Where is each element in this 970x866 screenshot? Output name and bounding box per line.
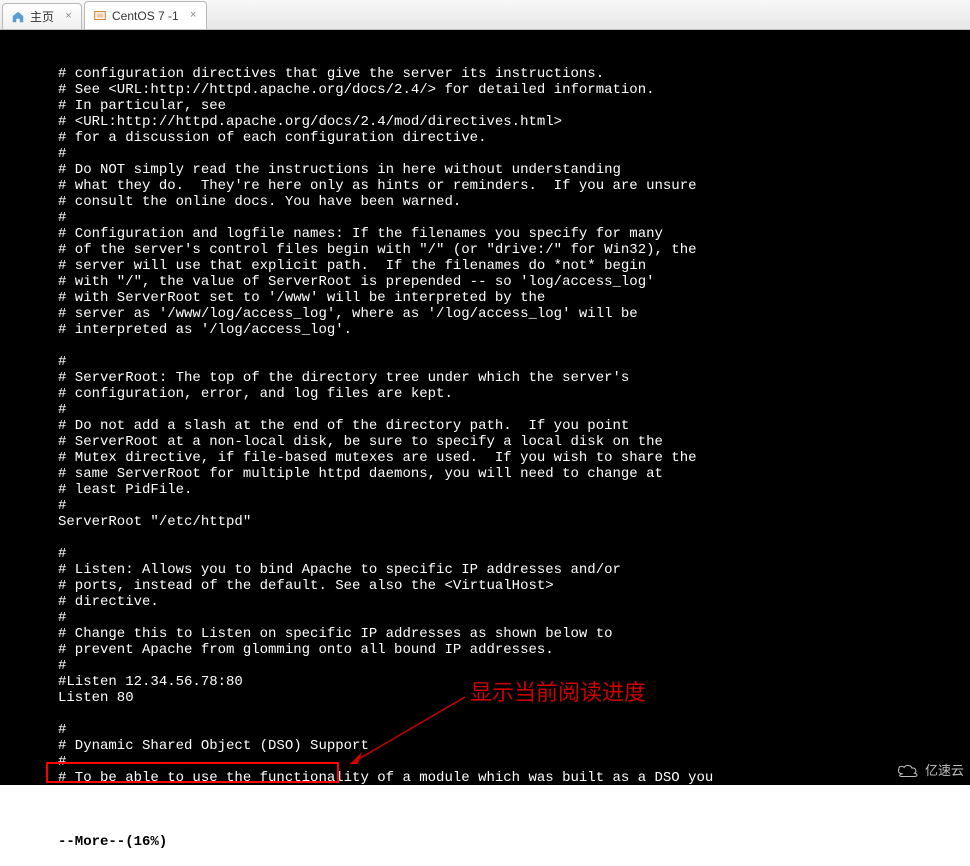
- terminal-line: # for a discussion of each configuration…: [0, 130, 970, 146]
- terminal-line: # In particular, see: [0, 98, 970, 114]
- terminal-line: [0, 706, 970, 722]
- terminal-line: [0, 338, 970, 354]
- tab-bar: 主页 × CentOS 7 -1 ×: [0, 0, 970, 30]
- terminal-line: # Configuration and logfile names: If th…: [0, 226, 970, 242]
- terminal-line: #: [0, 402, 970, 418]
- tab-home[interactable]: 主页 ×: [2, 3, 82, 29]
- close-icon[interactable]: ×: [62, 10, 75, 23]
- terminal-line: ServerRoot "/etc/httpd": [0, 514, 970, 530]
- terminal-cursor: [167, 834, 175, 849]
- terminal-line: # See <URL:http://httpd.apache.org/docs/…: [0, 82, 970, 98]
- more-prompt-row: --More--(16%): [0, 834, 970, 850]
- close-icon[interactable]: ×: [187, 9, 200, 22]
- terminal-line: # Change this to Listen on specific IP a…: [0, 626, 970, 642]
- terminal-viewport[interactable]: # configuration directives that give the…: [0, 30, 970, 785]
- terminal-line: # directive.: [0, 594, 970, 610]
- terminal-line: # ServerRoot at a non-local disk, be sur…: [0, 434, 970, 450]
- terminal-line: #: [0, 210, 970, 226]
- terminal-line: # Mutex directive, if file-based mutexes…: [0, 450, 970, 466]
- terminal-line: # least PidFile.: [0, 482, 970, 498]
- terminal-line: # server as '/www/log/access_log', where…: [0, 306, 970, 322]
- terminal-line: # have to place corresponding `LoadModul…: [0, 786, 970, 802]
- terminal-line: # same ServerRoot for multiple httpd dae…: [0, 466, 970, 482]
- terminal-line: #: [0, 498, 970, 514]
- terminal-line: #: [0, 546, 970, 562]
- terminal-line: #: [0, 146, 970, 162]
- home-icon: [11, 10, 25, 24]
- terminal-line: #: [0, 610, 970, 626]
- terminal-line: # of the server's control files begin wi…: [0, 242, 970, 258]
- terminal-line: # server will use that explicit path. If…: [0, 258, 970, 274]
- tab-centos[interactable]: CentOS 7 -1 ×: [84, 1, 207, 29]
- tab-label: CentOS 7 -1: [112, 9, 179, 23]
- terminal-line: # configuration directives that give the…: [0, 66, 970, 82]
- terminal-line: # ports, instead of the default. See als…: [0, 578, 970, 594]
- terminal-line: # with ServerRoot set to '/www' will be …: [0, 290, 970, 306]
- terminal-line: #Listen 12.34.56.78:80: [0, 674, 970, 690]
- terminal-line: #: [0, 754, 970, 770]
- terminal-line: # what they do. They're here only as hin…: [0, 178, 970, 194]
- terminal-line: [0, 530, 970, 546]
- terminal-line: # consult the online docs. You have been…: [0, 194, 970, 210]
- vm-icon: [93, 9, 107, 23]
- terminal-line: # ServerRoot: The top of the directory t…: [0, 370, 970, 386]
- terminal-line: # Dynamic Shared Object (DSO) Support: [0, 738, 970, 754]
- terminal-line: #: [0, 722, 970, 738]
- terminal-line: # <URL:http://httpd.apache.org/docs/2.4/…: [0, 114, 970, 130]
- terminal-line: # Do not add a slash at the end of the d…: [0, 418, 970, 434]
- terminal-line: # prevent Apache from glomming onto all …: [0, 642, 970, 658]
- terminal-line: # Do NOT simply read the instructions in…: [0, 162, 970, 178]
- terminal-line: # Listen: Allows you to bind Apache to s…: [0, 562, 970, 578]
- more-prompt: --More--(16%): [58, 834, 167, 850]
- terminal-line: # with "/", the value of ServerRoot is p…: [0, 274, 970, 290]
- terminal-line: Listen 80: [0, 690, 970, 706]
- terminal-line: # To be able to use the functionality of…: [0, 770, 970, 786]
- tab-label: 主页: [30, 8, 54, 25]
- terminal-line: #: [0, 658, 970, 674]
- terminal-line: # configuration, error, and log files ar…: [0, 386, 970, 402]
- terminal-line: #: [0, 354, 970, 370]
- terminal-line: # interpreted as '/log/access_log'.: [0, 322, 970, 338]
